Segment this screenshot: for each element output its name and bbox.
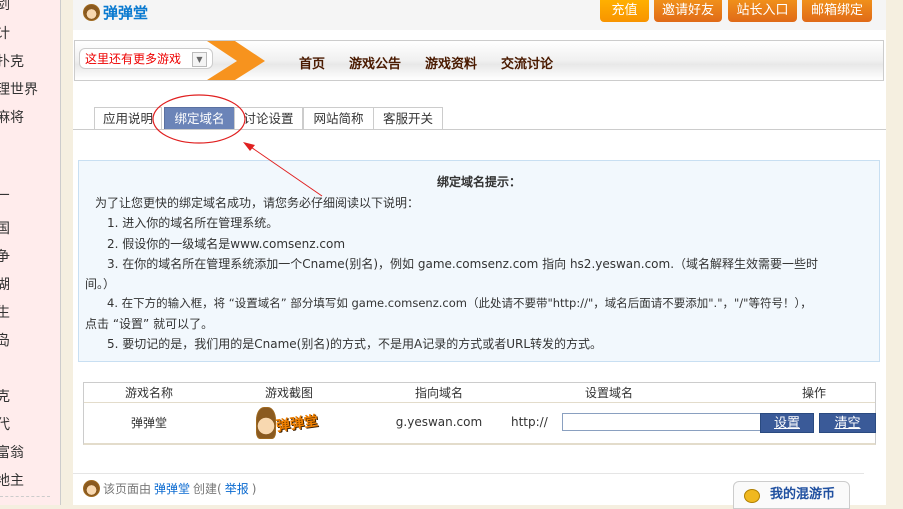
sidebar-item[interactable]: 扑克 [0, 51, 24, 71]
tips-line: 间。） [85, 277, 116, 291]
nav-bar: 这里还有更多游戏 ▼ 首页 游戏公告 游戏资料 交流讨论 [74, 40, 884, 81]
my-coins-label: 我的混游币 [770, 487, 836, 502]
game-select[interactable]: 这里还有更多游戏 ▼ [79, 48, 213, 69]
sidebar-item[interactable]: 国 [0, 218, 10, 238]
tips-line: 2. 假设你的一级域名是www.comsenz.com [107, 237, 346, 251]
coins-icon [744, 489, 760, 503]
tab-site-abbr[interactable]: 网站简称 [303, 107, 374, 129]
email-bind-button[interactable]: 邮箱绑定 [802, 0, 872, 22]
sidebar-item[interactable]: 生 [0, 302, 10, 322]
divider [0, 496, 50, 497]
game-name: 弹弹堂 [130, 416, 167, 430]
footer-text: 该页面由 [103, 482, 152, 496]
sidebar-item[interactable]: 代 [0, 414, 10, 434]
sidebar-item[interactable]: 克 [0, 386, 10, 406]
chevron-down-icon: ▼ [192, 52, 207, 67]
col-game-name: 游戏名称 [124, 386, 173, 400]
tab-discussion-settings[interactable]: 讨论设置 [234, 107, 303, 129]
http-prefix: http:// [511, 415, 548, 429]
target-domain: g.yeswan.com [395, 415, 483, 429]
sidebar-item[interactable]: 争 [0, 246, 10, 266]
tips-line: 点击 “设置” 就可以了。 [85, 317, 214, 331]
sidebar-item[interactable]: 富翁 [0, 442, 24, 462]
sidebar-item[interactable]: 剑 [0, 0, 10, 14]
tab-bind-domain[interactable]: 绑定域名 [164, 107, 235, 129]
nav-discussion[interactable]: 交流讨论 [501, 53, 553, 72]
avatar-icon [83, 4, 100, 21]
report-link[interactable]: 举报 [225, 480, 249, 497]
footer-text: 创建( [193, 482, 222, 496]
tips-line: 3. 在你的域名所在管理系统添加一个Cname(别名)，例如 game.coms… [107, 257, 819, 271]
webmaster-entry-button[interactable]: 站长入口 [728, 0, 797, 22]
sidebar-item[interactable]: 理世界 [0, 79, 38, 99]
game-select-value: 这里还有更多游戏 [85, 52, 182, 66]
tips-line: 5. 要切记的是，我们用的是Cname(别名)的方式，不是用A记录的方式或者UR… [107, 337, 603, 351]
creator-link[interactable]: 弹弹堂 [154, 480, 190, 497]
tab-app-info[interactable]: 应用说明 [94, 107, 162, 129]
site-logo[interactable]: 弹弹堂 [83, 2, 148, 23]
footer-text: ) [251, 481, 257, 496]
bind-domain-tips: 绑定域名提示： 为了让您更快的绑定域名成功，请您务必仔细阅读以下说明： 1. 进… [78, 160, 880, 362]
domain-input[interactable] [562, 413, 765, 431]
invite-friends-button[interactable]: 邀请好友 [654, 0, 722, 22]
main-content: 弹弹堂 充值 邀请好友 站长入口 邮箱绑定 这里还有更多游戏 ▼ 首页 游戏公告 … [73, 0, 886, 509]
tips-line: 为了让您更快的绑定域名成功，请您务必仔细阅读以下说明： [95, 196, 420, 210]
sidebar-item[interactable]: 厂 [0, 190, 10, 210]
col-screenshot: 游戏截图 [264, 386, 313, 400]
tips-title: 绑定域名提示： [436, 175, 521, 189]
col-set-domain: 设置域名 [584, 386, 633, 400]
avatar-icon [83, 480, 100, 497]
recharge-button[interactable]: 充值 [600, 0, 649, 22]
tab-support-toggle[interactable]: 客服开关 [373, 107, 443, 129]
site-name: 弹弹堂 [103, 4, 149, 22]
sidebar-item[interactable]: 地主 [0, 470, 24, 490]
set-button[interactable]: 设置 [760, 413, 814, 433]
nav-game-info[interactable]: 游戏资料 [425, 53, 477, 72]
sidebar-item[interactable]: 计 [0, 23, 10, 43]
col-actions: 操作 [801, 386, 826, 400]
sidebar-item[interactable]: 麻将 [0, 107, 24, 127]
sidebar-item[interactable]: 岛 [0, 330, 10, 350]
game-screenshot: 弹弹堂 [256, 405, 334, 441]
left-sidebar: 剑 计 扑克 理世界 麻将 厂 国 争 湖 生 岛 克 代 富翁 地主 [0, 0, 61, 505]
nav-home[interactable]: 首页 [299, 53, 325, 72]
footer-credit: 该页面由 弹弹堂 创建(举报) [83, 480, 256, 497]
footer-divider [73, 473, 864, 474]
screenshot-logo-text: 弹弹堂 [275, 413, 320, 435]
col-target: 指向域名 [414, 386, 463, 400]
sidebar-item[interactable]: 湖 [0, 274, 10, 294]
arrow-decoration-icon [207, 41, 265, 80]
domain-table: 游戏名称 游戏截图 指向域名 设置域名 操作 弹弹堂 弹弹堂 g.yeswan.… [83, 382, 876, 445]
table-header: 游戏名称 游戏截图 指向域名 设置域名 操作 [84, 383, 875, 403]
tips-line: 4. 在下方的输入框，将 “设置域名” 部分填写如 game.comsenz.c… [107, 296, 812, 310]
character-icon [256, 407, 276, 439]
tab-bar: 应用说明 绑定域名 讨论设置 网站简称 客服开关 [73, 107, 886, 130]
header: 弹弹堂 充值 邀请好友 站长入口 邮箱绑定 [73, 0, 886, 30]
nav-announcements[interactable]: 游戏公告 [349, 53, 401, 72]
clear-button[interactable]: 清空 [819, 413, 876, 433]
tips-line: 1. 进入你的域名所在管理系统。 [107, 216, 279, 230]
